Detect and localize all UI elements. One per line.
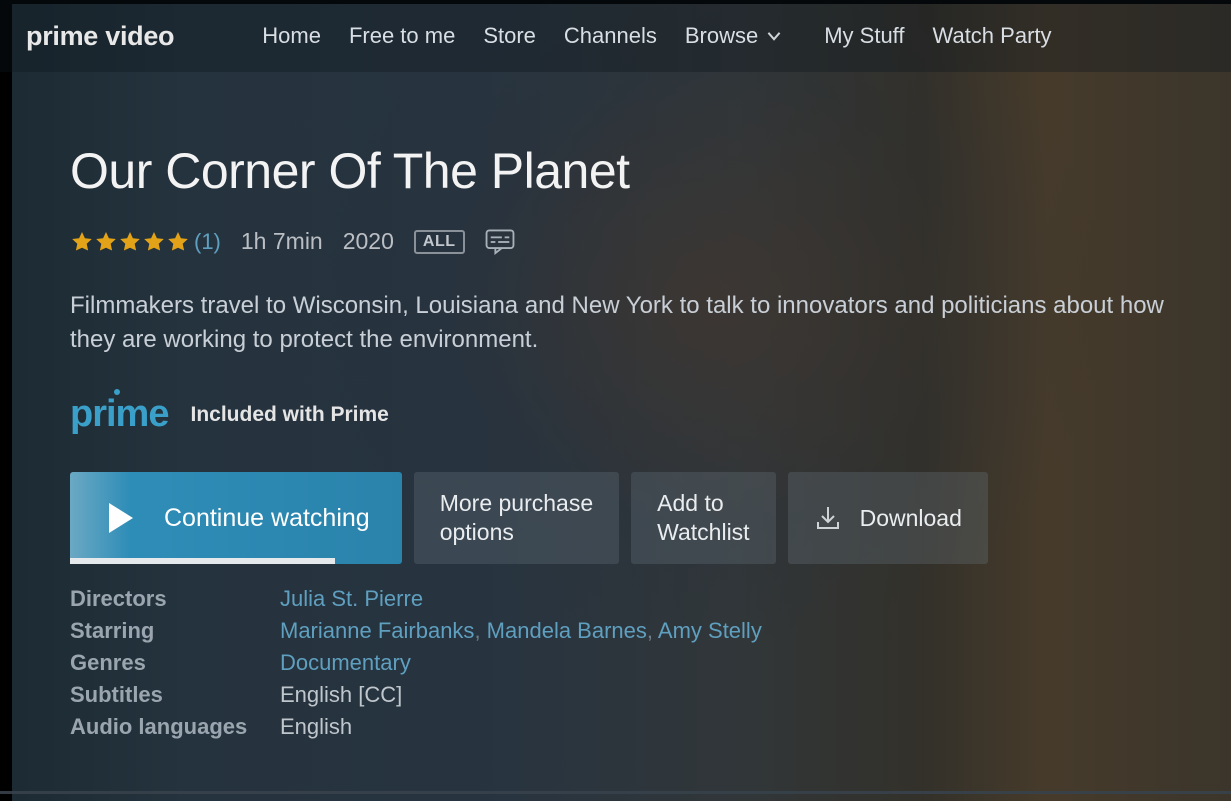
list-separator: , [474, 618, 486, 643]
label-genres: Genres [70, 650, 280, 676]
watchlist-line1: Add to [657, 489, 749, 518]
cast-link[interactable]: Amy Stelly [658, 618, 762, 643]
star-icon [70, 230, 94, 254]
logo-text: prime video [26, 21, 174, 52]
star-icon [142, 230, 166, 254]
label-audio: Audio languages [70, 714, 280, 740]
continue-watching-button[interactable]: Continue watching [70, 472, 402, 564]
cast-link[interactable]: Marianne Fairbanks [280, 618, 474, 643]
list-separator: , [647, 618, 658, 643]
value-directors: Julia St. Pierre [280, 586, 1191, 612]
download-label: Download [860, 505, 962, 532]
synopsis: Filmmakers travel to Wisconsin, Louisian… [70, 289, 1190, 357]
release-year: 2020 [343, 228, 394, 255]
star-icon [166, 230, 190, 254]
value-genres: Documentary [280, 650, 1191, 676]
prime-wordmark: prime [70, 393, 168, 435]
watchlist-line2: Watchlist [657, 518, 749, 547]
download-button[interactable]: Download [788, 472, 988, 564]
prime-video-logo[interactable]: prime video [26, 21, 184, 52]
genre-link[interactable]: Documentary [280, 650, 411, 675]
nav-store[interactable]: Store [483, 23, 536, 49]
subtitles-icon [485, 229, 515, 255]
chevron-down-icon [766, 28, 782, 44]
included-with-prime-text: Included with Prime [190, 403, 388, 427]
nav-home[interactable]: Home [262, 23, 321, 49]
runtime: 1h 7min [241, 228, 323, 255]
play-progress-bar [70, 558, 335, 564]
content-rating-badge: ALL [414, 230, 465, 254]
top-nav: prime video Home Free to me Store Channe… [0, 0, 1231, 72]
more-purchase-line1: More purchase [440, 489, 593, 518]
value-subtitles: English [CC] [280, 682, 1191, 708]
download-icon [814, 504, 842, 532]
action-buttons: Continue watching More purchase options … [70, 472, 1191, 564]
label-directors: Directors [70, 586, 280, 612]
primary-nav: Home Free to me Store Channels Browse My… [262, 23, 1051, 49]
continue-watching-label: Continue watching [164, 504, 370, 533]
star-rating[interactable]: (1) [70, 229, 221, 255]
details-grid: Directors Julia St. Pierre Starring Mari… [70, 586, 1191, 740]
bottom-divider [0, 791, 1231, 794]
nav-browse-label: Browse [685, 23, 758, 49]
nav-watch-party[interactable]: Watch Party [933, 23, 1052, 49]
window-left-edge [0, 0, 12, 801]
nav-my-stuff[interactable]: My Stuff [824, 23, 904, 49]
meta-row: (1) 1h 7min 2020 ALL [70, 228, 1191, 255]
prime-included-row: prime Included with Prime [70, 393, 1191, 436]
label-starring: Starring [70, 618, 280, 644]
value-starring: Marianne Fairbanks, Mandela Barnes, Amy … [280, 618, 1191, 644]
value-audio: English [280, 714, 1191, 740]
director-link[interactable]: Julia St. Pierre [280, 586, 423, 611]
prime-logo: prime [70, 393, 168, 436]
star-icon [94, 230, 118, 254]
rating-count[interactable]: (1) [194, 229, 221, 255]
star-icon [118, 230, 142, 254]
nav-browse[interactable]: Browse [685, 23, 782, 49]
more-purchase-line2: options [440, 518, 593, 547]
page-title: Our Corner Of The Planet [70, 142, 1191, 200]
add-to-watchlist-button[interactable]: Add to Watchlist [631, 472, 775, 564]
play-icon [106, 501, 136, 535]
nav-free-to-me[interactable]: Free to me [349, 23, 455, 49]
label-subtitles: Subtitles [70, 682, 280, 708]
more-purchase-options-button[interactable]: More purchase options [414, 472, 619, 564]
title-detail-panel: Our Corner Of The Planet (1) 1h 7min 202… [70, 142, 1191, 740]
cast-link[interactable]: Mandela Barnes [487, 618, 647, 643]
nav-channels[interactable]: Channels [564, 23, 657, 49]
